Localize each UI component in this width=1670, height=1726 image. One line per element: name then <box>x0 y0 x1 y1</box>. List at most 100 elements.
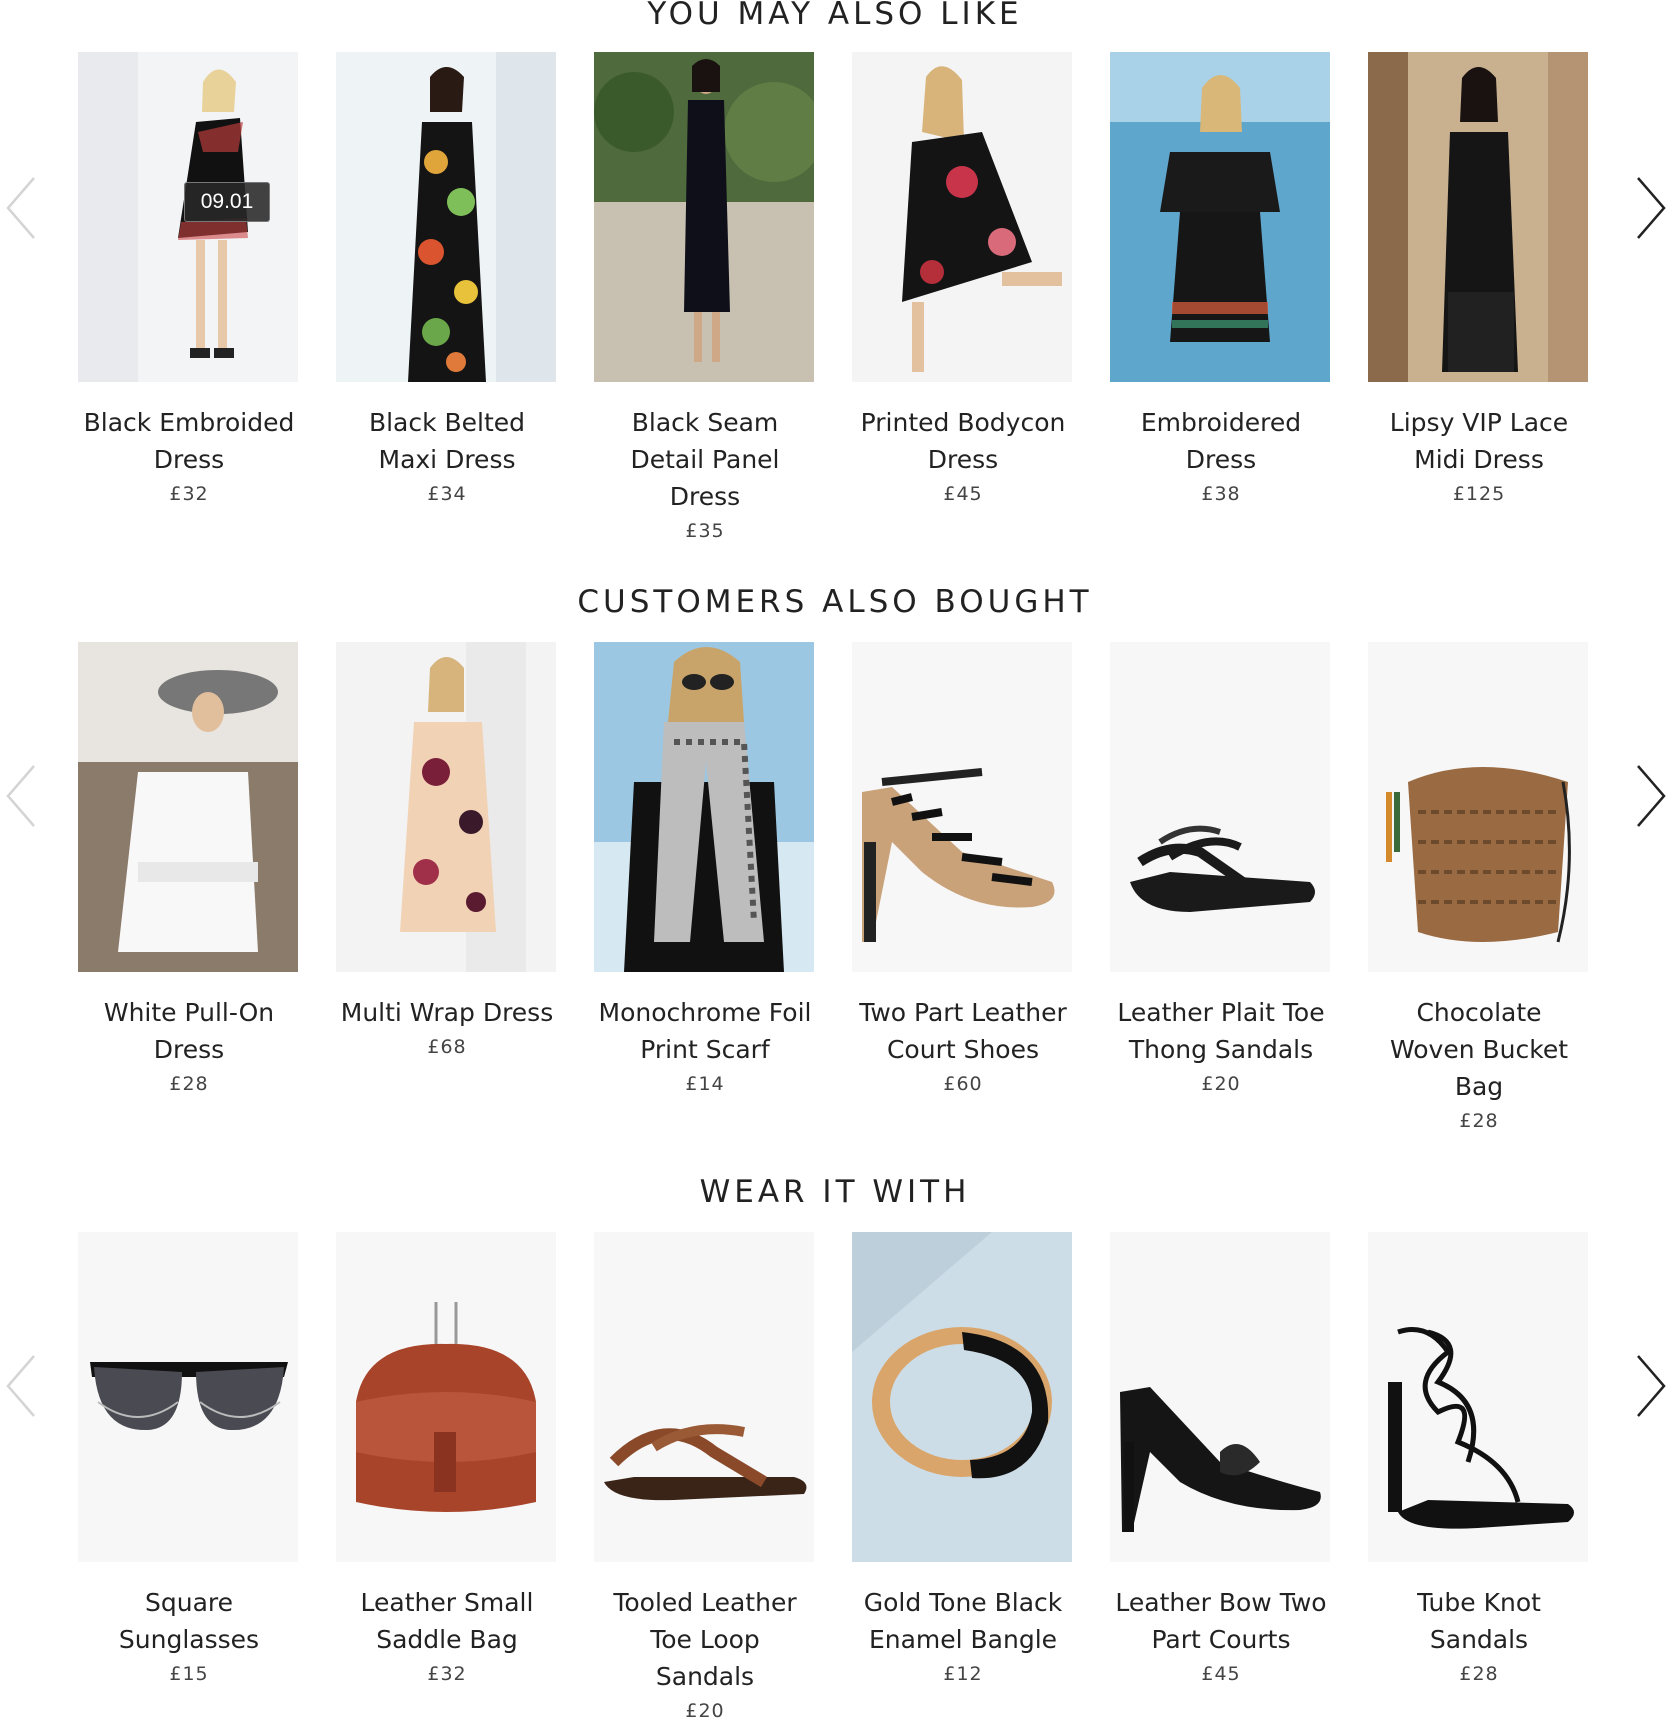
product-card[interactable]: Printed Bodycon Dress £45 <box>852 52 1074 509</box>
dress-photo-image <box>336 52 556 382</box>
section-heading: YOU MAY ALSO LIKE <box>647 0 1023 32</box>
product-image[interactable] <box>1110 1232 1330 1562</box>
product-name[interactable]: Printed Bodycon Dress <box>852 404 1074 478</box>
dress-photo-image <box>852 52 1072 382</box>
product-name[interactable]: Square Sunglasses <box>78 1584 300 1658</box>
product-name[interactable]: Chocolate Woven Bucket Bag <box>1368 994 1590 1105</box>
product-price: £45 <box>943 483 983 505</box>
product-image[interactable] <box>594 1232 814 1562</box>
product-price: £125 <box>1452 483 1506 505</box>
carousel-prev-button[interactable] <box>2 1350 42 1422</box>
carousel-prev-button[interactable] <box>2 172 42 244</box>
product-price: £20 <box>685 1700 725 1722</box>
product-image[interactable] <box>852 1232 1072 1562</box>
product-name[interactable]: Two Part Leather Court Shoes <box>852 994 1074 1068</box>
product-name[interactable]: Black Seam Detail Panel Dress <box>594 404 816 515</box>
product-card[interactable]: 09.01 Black Embroided Dress £32 <box>78 52 300 509</box>
carousel-wear-it-with: WEAR IT WITH Square Sunglasses £15 Leath… <box>0 1172 1670 1722</box>
product-image[interactable] <box>594 52 814 382</box>
product-card[interactable]: Lipsy VIP Lace Midi Dress £125 <box>1368 52 1590 509</box>
chevron-right-icon <box>1637 765 1666 827</box>
product-image[interactable] <box>78 642 298 972</box>
dress-photo-image <box>78 642 298 972</box>
saddle-bag-image <box>336 1232 556 1562</box>
product-price: £68 <box>427 1036 467 1058</box>
product-card[interactable]: Monochrome Foil Print Scarf £14 <box>594 642 816 1099</box>
product-name[interactable]: Gold Tone Black Enamel Bangle <box>852 1584 1074 1658</box>
product-price: £32 <box>169 483 209 505</box>
dress-photo-image <box>336 642 556 972</box>
product-name[interactable]: Black Embroided Dress <box>78 404 300 478</box>
carousel-next-button[interactable] <box>1630 1350 1670 1422</box>
product-name[interactable]: White Pull-On Dress <box>78 994 300 1068</box>
product-card[interactable]: White Pull-On Dress £28 <box>78 642 300 1099</box>
product-name[interactable]: Lipsy VIP Lace Midi Dress <box>1368 404 1590 478</box>
product-image[interactable] <box>1368 1232 1588 1562</box>
product-card[interactable]: Black Seam Detail Panel Dress £35 <box>594 52 816 546</box>
chevron-left-icon <box>6 177 35 239</box>
product-name[interactable]: Leather Plait Toe Thong Sandals <box>1110 994 1332 1068</box>
product-card[interactable]: Tooled Leather Toe Loop Sandals £20 <box>594 1232 816 1726</box>
carousel-next-button[interactable] <box>1630 760 1670 832</box>
product-card[interactable]: Leather Small Saddle Bag £32 <box>336 1232 558 1689</box>
product-card[interactable]: Embroidered Dress £38 <box>1110 52 1332 509</box>
bucket-bag-image <box>1368 642 1588 972</box>
product-image[interactable] <box>594 642 814 972</box>
carousel-prev-button[interactable] <box>2 760 42 832</box>
product-image[interactable]: 09.01 <box>78 52 298 382</box>
product-price: £38 <box>1201 483 1241 505</box>
carousel-next-button[interactable] <box>1630 172 1670 244</box>
product-card[interactable]: Black Belted Maxi Dress £34 <box>336 52 558 509</box>
product-image[interactable] <box>1368 642 1588 972</box>
product-price: £60 <box>943 1073 983 1095</box>
product-card[interactable]: Two Part Leather Court Shoes £60 <box>852 642 1074 1099</box>
dress-photo-image <box>1110 52 1330 382</box>
product-card[interactable]: Leather Bow Two Part Courts £45 <box>1110 1232 1332 1689</box>
bangle-image <box>852 1232 1072 1562</box>
product-image[interactable] <box>78 1232 298 1562</box>
product-image[interactable] <box>336 642 556 972</box>
court-shoes-image <box>852 642 1072 972</box>
product-price: £34 <box>427 483 467 505</box>
product-name[interactable]: Embroidered Dress <box>1110 404 1332 478</box>
product-price: £14 <box>685 1073 725 1095</box>
product-card[interactable]: Tube Knot Sandals £28 <box>1368 1232 1590 1689</box>
chevron-left-icon <box>6 765 35 827</box>
sandals-image <box>594 1232 814 1562</box>
court-shoes-image <box>1110 1232 1330 1562</box>
product-name[interactable]: Black Belted Maxi Dress <box>336 404 558 478</box>
product-image[interactable] <box>852 642 1072 972</box>
product-card[interactable]: Chocolate Woven Bucket Bag £28 <box>1368 642 1590 1136</box>
product-image[interactable] <box>1368 52 1588 382</box>
section-heading: CUSTOMERS ALSO BOUGHT <box>577 584 1093 620</box>
product-name[interactable]: Tube Knot Sandals <box>1368 1584 1590 1658</box>
dress-photo-image <box>594 52 814 382</box>
product-name[interactable]: Tooled Leather Toe Loop Sandals <box>594 1584 816 1695</box>
product-image[interactable] <box>336 52 556 382</box>
product-name[interactable]: Monochrome Foil Print Scarf <box>594 994 816 1068</box>
product-price: £35 <box>685 520 725 542</box>
product-card[interactable]: Gold Tone Black Enamel Bangle £12 <box>852 1232 1074 1689</box>
dress-photo-image <box>1368 52 1588 382</box>
product-image[interactable] <box>852 52 1072 382</box>
product-price: £28 <box>1459 1110 1499 1132</box>
product-image[interactable] <box>1110 642 1330 972</box>
product-image[interactable] <box>336 1232 556 1562</box>
product-image[interactable] <box>1110 52 1330 382</box>
carousel-customers-also-bought: CUSTOMERS ALSO BOUGHT White Pull-On Dres… <box>0 582 1670 1142</box>
product-card[interactable]: Square Sunglasses £15 <box>78 1232 300 1689</box>
carousel-you-may-also-like: YOU MAY ALSO LIKE 09.01 Black Embroided … <box>0 0 1670 560</box>
product-card[interactable]: Multi Wrap Dress £68 <box>336 642 558 1062</box>
section-heading: WEAR IT WITH <box>699 1174 971 1210</box>
product-price: £28 <box>169 1073 209 1095</box>
date-badge: 09.01 <box>184 182 270 222</box>
sunglasses-image <box>78 1232 298 1562</box>
scarf-photo-image <box>594 642 814 972</box>
sandals-image <box>1368 1232 1588 1562</box>
product-name[interactable]: Leather Small Saddle Bag <box>336 1584 558 1658</box>
sandals-image <box>1110 642 1330 972</box>
product-name[interactable]: Multi Wrap Dress <box>336 994 558 1031</box>
product-name[interactable]: Leather Bow Two Part Courts <box>1110 1584 1332 1658</box>
product-card[interactable]: Leather Plait Toe Thong Sandals £20 <box>1110 642 1332 1099</box>
product-price: £20 <box>1201 1073 1241 1095</box>
